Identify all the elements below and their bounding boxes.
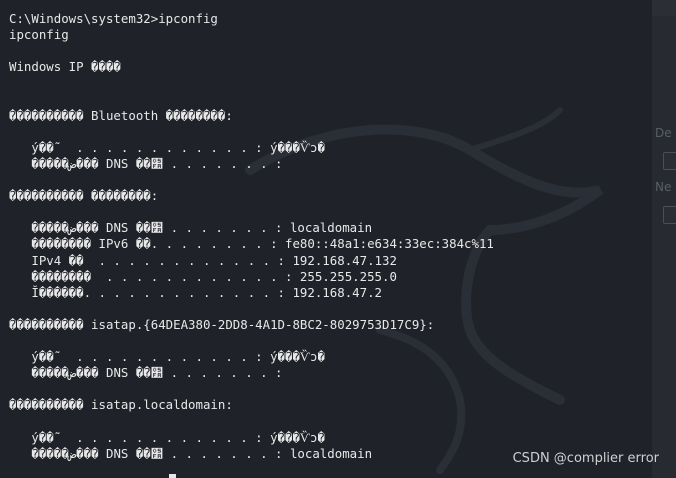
terminal-line: ���������� isatap.{64DEA380-2DD8-4A1D-8B… xyxy=(9,316,435,332)
terminal-line: ý��˜ . . . . . . . . . . . . : ý���Ѷɔ� xyxy=(9,429,325,445)
terminal-line: ���������� isatap.localdomain: xyxy=(9,397,233,413)
terminal-line: �����ض��� DNS ��׺ . . . . . . . : xyxy=(9,365,283,381)
terminal-line: �����ض��� DNS ��׺ . . . . . . . : locald… xyxy=(9,445,373,461)
text-cursor xyxy=(169,474,176,478)
terminal-line: ý��˜ . . . . . . . . . . . . : ý���Ѷɔ� xyxy=(9,139,325,155)
terminal-window[interactable]: C:\Windows\system32>ipconfig ipconfig Wind… xyxy=(0,0,652,478)
terminal-line: C:\Windows\system32>ipconfig xyxy=(9,11,218,26)
terminal-line: �������� . . . . . . . . . . . . : 255.2… xyxy=(9,268,397,284)
terminal-line: �����ض��� DNS ��׺ . . . . . . . : xyxy=(9,155,283,171)
background-label-ne: Ne xyxy=(655,180,672,194)
terminal-line: �����ض��� DNS ��׺ . . . . . . . : locald… xyxy=(9,220,373,236)
terminal-line: ipconfig xyxy=(9,27,69,43)
terminal-line: Ĭ������. . . . . . . . . . . . . : 192.1… xyxy=(9,284,382,300)
terminal-line: ���������� Bluetooth ��������: xyxy=(9,107,233,123)
terminal-line: ���������� ��������: xyxy=(9,188,159,204)
background-label-de: De xyxy=(655,126,672,140)
background-input-1 xyxy=(663,152,676,170)
terminal-line: IPv4 �� . . . . . . . . . . . . : 192.16… xyxy=(9,252,397,268)
terminal-line: ý��˜ . . . . . . . . . . . . : ý���Ѷɔ� xyxy=(9,349,325,365)
background-input-2 xyxy=(663,206,676,224)
csdn-watermark: CSDN @complier error xyxy=(512,451,659,466)
terminal-line: Windows IP ���� xyxy=(9,59,121,75)
terminal-line: �������� IPv6 ��. . . . . . . . : fe80::… xyxy=(9,236,494,252)
background-window-edge: De Ne xyxy=(652,0,676,478)
